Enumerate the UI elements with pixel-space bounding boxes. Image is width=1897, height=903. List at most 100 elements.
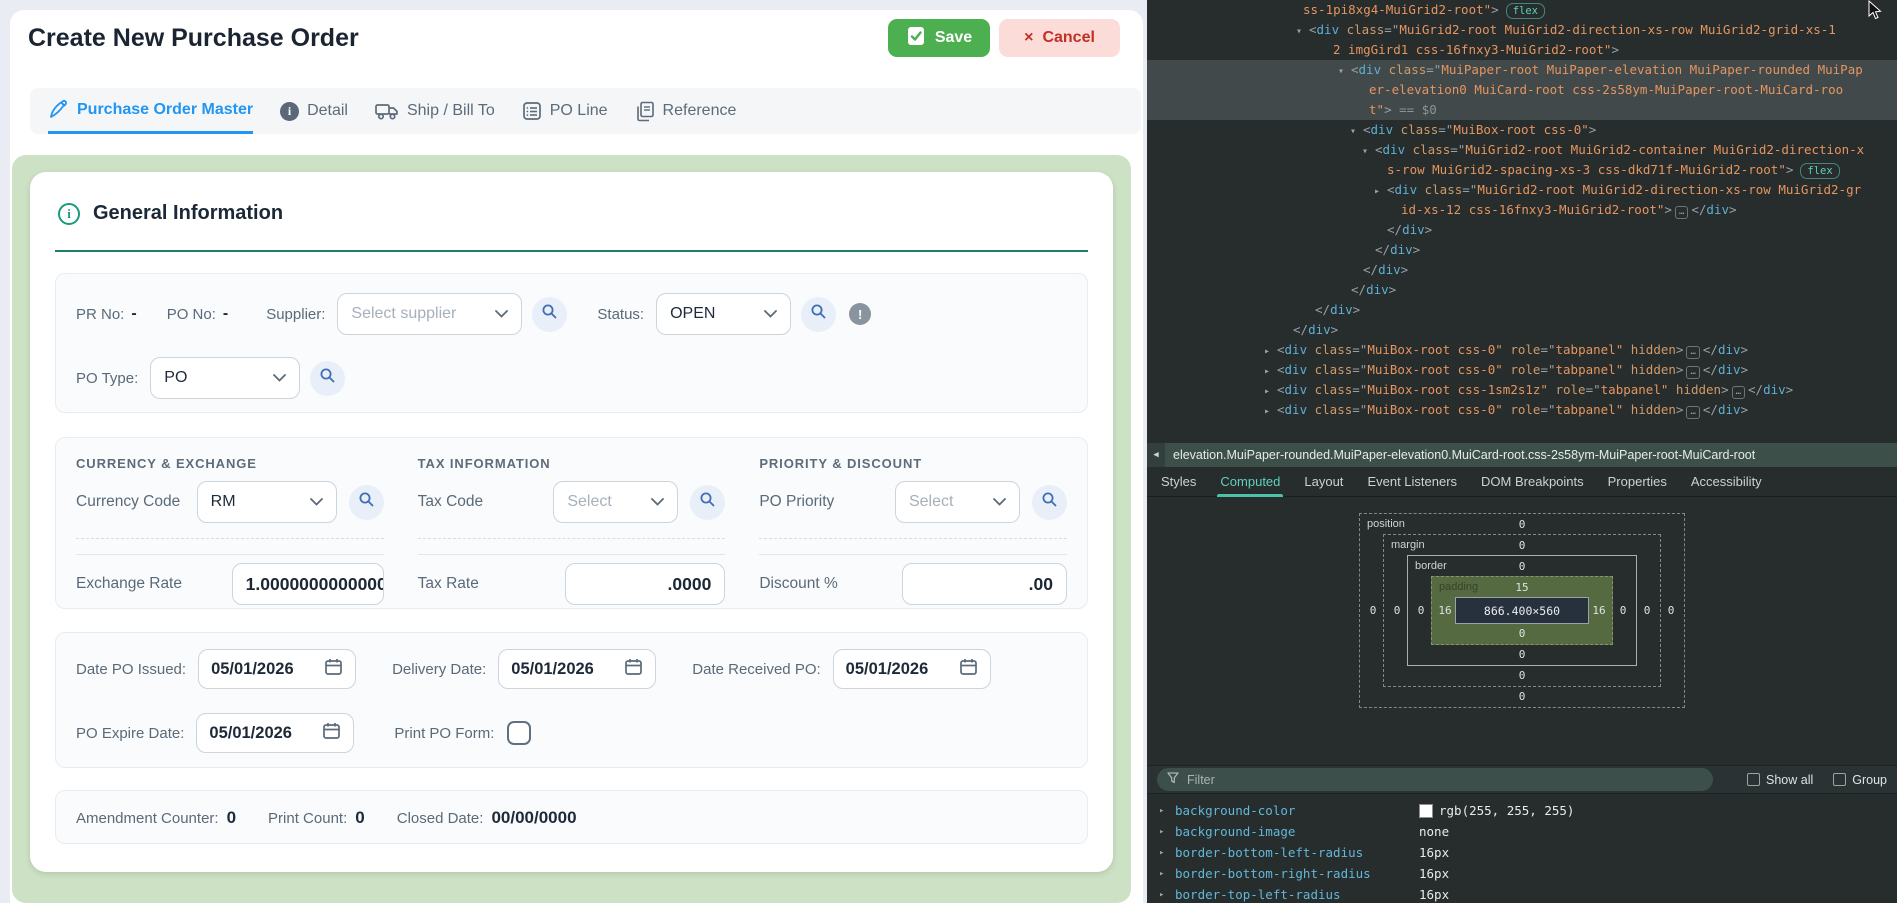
- computed-property-row[interactable]: ▸background-imagenone: [1147, 821, 1897, 842]
- code-line[interactable]: ▸<div class="MuiGrid2-root MuiGrid2-dire…: [1147, 180, 1897, 200]
- date-received-po-input[interactable]: 05/01/2026: [833, 649, 991, 689]
- tab-purchase-order-master[interactable]: Purchase Order Master: [48, 88, 253, 134]
- po-type-search-button[interactable]: [310, 361, 345, 396]
- property-value: none: [1419, 824, 1449, 839]
- code-line[interactable]: ▸<div class="MuiBox-root css-0" role="ta…: [1147, 340, 1897, 360]
- devtools-tab-accessibility[interactable]: Accessibility: [1691, 467, 1762, 497]
- box-model[interactable]: position 0 0 margin 0 0 border 0: [1359, 513, 1685, 708]
- code-line[interactable]: ▸<div class="MuiBox-root css-0" role="ta…: [1147, 360, 1897, 380]
- collapsed-content-icon[interactable]: …: [1675, 206, 1688, 219]
- expand-open-icon[interactable]: ▾: [1350, 122, 1363, 142]
- expand-closed-icon[interactable]: ▸: [1264, 342, 1277, 362]
- tax-code-search-button[interactable]: [690, 485, 725, 520]
- code-line[interactable]: ▾<div class="MuiGrid2-root MuiGrid2-dire…: [1147, 20, 1897, 40]
- code-line[interactable]: </div>: [1147, 280, 1897, 300]
- date-po-issued-input[interactable]: 05/01/2026: [198, 649, 356, 689]
- devtools-tab-styles[interactable]: Styles: [1161, 467, 1196, 497]
- filter-input[interactable]: Filter: [1157, 768, 1713, 791]
- po-priority-search-button[interactable]: [1032, 485, 1067, 520]
- currency-code-select[interactable]: RM: [197, 481, 337, 523]
- group-checkbox[interactable]: [1833, 773, 1846, 786]
- tax-rate-input[interactable]: .0000: [565, 563, 725, 605]
- code-line[interactable]: ▾<div class="MuiGrid2-root MuiGrid2-cont…: [1147, 140, 1897, 160]
- po-priority-select[interactable]: Select: [895, 481, 1020, 523]
- code-line[interactable]: </div>: [1147, 300, 1897, 320]
- section-title: General Information: [93, 202, 283, 225]
- devtools-tab-dom-breakpoints[interactable]: DOM Breakpoints: [1481, 467, 1584, 497]
- po-type-select[interactable]: PO: [150, 357, 300, 399]
- expand-closed-icon[interactable]: ▸: [1264, 402, 1277, 422]
- currency-search-button[interactable]: [349, 485, 384, 520]
- exchange-rate-input[interactable]: 1.0000000000000: [232, 563, 384, 605]
- expand-open-icon[interactable]: ▾: [1338, 62, 1351, 82]
- code-line[interactable]: 2 imgGird1 css-16fnxy3-MuiGrid2-root">: [1147, 40, 1897, 60]
- expand-open-icon[interactable]: ▾: [1362, 142, 1375, 162]
- tab-ship-bill-to[interactable]: Ship / Bill To: [375, 88, 495, 134]
- expand-closed-icon[interactable]: ▸: [1159, 869, 1169, 879]
- expand-closed-icon[interactable]: ▸: [1264, 382, 1277, 402]
- devtools-tab-layout[interactable]: Layout: [1304, 467, 1343, 497]
- computed-property-row[interactable]: ▸border-top-left-radius16px: [1147, 884, 1897, 903]
- expand-closed-icon[interactable]: ▸: [1264, 362, 1277, 382]
- info-icon: i: [58, 203, 80, 225]
- collapsed-content-icon[interactable]: …: [1686, 406, 1699, 419]
- expand-closed-icon[interactable]: ▸: [1374, 182, 1387, 202]
- search-icon: [319, 367, 336, 389]
- code-line[interactable]: t"> == $0: [1147, 100, 1897, 120]
- elements-tree[interactable]: … ss-1pi8xg4-MuiGrid2-root">flex▾<div cl…: [1147, 0, 1897, 443]
- tax-code-select[interactable]: Select: [553, 481, 678, 523]
- tax-rate-label: Tax Rate: [418, 575, 479, 593]
- discount-input[interactable]: .00: [902, 563, 1067, 605]
- computed-property-row[interactable]: ▸border-bottom-right-radius16px: [1147, 863, 1897, 884]
- amendment-counter-value: 0: [227, 808, 236, 828]
- collapsed-content-icon[interactable]: …: [1686, 366, 1699, 379]
- amendment-counter-label: Amendment Counter:: [76, 810, 219, 827]
- status-search-button[interactable]: [801, 297, 836, 332]
- code-line[interactable]: ▾<div class="MuiPaper-root MuiPaper-elev…: [1147, 60, 1897, 80]
- code-line[interactable]: ▾<div class="MuiBox-root css-0">: [1147, 120, 1897, 140]
- computed-property-row[interactable]: ▸border-bottom-left-radius16px: [1147, 842, 1897, 863]
- supplier-select[interactable]: Select supplier: [337, 293, 522, 335]
- computed-property-row[interactable]: ▸background-colorrgb(255, 255, 255): [1147, 800, 1897, 821]
- code-line[interactable]: </div>: [1147, 240, 1897, 260]
- save-button[interactable]: Save: [888, 19, 990, 57]
- code-line[interactable]: s-row MuiGrid2-spacing-xs-3 css-dkd71f-M…: [1147, 160, 1897, 180]
- po-expire-date-input[interactable]: 05/01/2026: [196, 713, 354, 753]
- code-line[interactable]: </div>: [1147, 260, 1897, 280]
- devtools-tab-event-listeners[interactable]: Event Listeners: [1367, 467, 1457, 497]
- code-line[interactable]: </div>: [1147, 320, 1897, 340]
- box-model-margin: margin 0 0 border 0 0 padding: [1383, 534, 1661, 687]
- code-line[interactable]: id-xs-12 css-16fnxy3-MuiGrid2-root">…</d…: [1147, 200, 1897, 220]
- expand-closed-icon[interactable]: ▸: [1159, 848, 1169, 858]
- supplier-search-button[interactable]: [532, 297, 567, 332]
- code-line[interactable]: ▸<div class="MuiBox-root css-1sm2s1z" ro…: [1147, 380, 1897, 400]
- delivery-date-input[interactable]: 05/01/2026: [498, 649, 656, 689]
- color-swatch[interactable]: [1419, 804, 1433, 818]
- code-line[interactable]: ▸<div class="MuiBox-root css-0" role="ta…: [1147, 400, 1897, 420]
- tab-po-line[interactable]: PO Line: [522, 88, 608, 134]
- devtools-tab-properties[interactable]: Properties: [1608, 467, 1667, 497]
- expand-closed-icon[interactable]: ▸: [1159, 890, 1169, 900]
- breadcrumb-back-icon[interactable]: ◀: [1147, 443, 1165, 467]
- closed-date-label: Closed Date:: [397, 810, 484, 827]
- show-all-checkbox[interactable]: [1747, 773, 1760, 786]
- expand-closed-icon[interactable]: ▸: [1159, 806, 1169, 816]
- app-card: Create New Purchase Order Save × Cancel …: [10, 10, 1143, 903]
- cancel-button[interactable]: × Cancel: [999, 19, 1120, 57]
- collapsed-content-icon[interactable]: …: [1732, 386, 1745, 399]
- tab-detail[interactable]: iDetail: [280, 88, 348, 134]
- print-po-form-checkbox[interactable]: [507, 721, 531, 745]
- devtools-tab-computed[interactable]: Computed: [1220, 467, 1280, 497]
- discount-label: Discount %: [759, 575, 837, 593]
- expand-closed-icon[interactable]: ▸: [1159, 827, 1169, 837]
- code-line[interactable]: ss-1pi8xg4-MuiGrid2-root">flex: [1147, 0, 1897, 20]
- expand-open-icon[interactable]: ▾: [1296, 22, 1309, 42]
- collapsed-content-icon[interactable]: …: [1686, 346, 1699, 359]
- status-value: OPEN: [670, 305, 715, 323]
- code-line[interactable]: er-elevation0 MuiCard-root css-2s58ym-Mu…: [1147, 80, 1897, 100]
- code-line[interactable]: </div>: [1147, 220, 1897, 240]
- po-type-label: PO Type:: [76, 370, 138, 387]
- general-information-card: i General Information PR No: - PO No: - …: [30, 172, 1113, 872]
- status-select[interactable]: OPEN: [656, 293, 791, 335]
- tab-reference[interactable]: Reference: [635, 88, 737, 134]
